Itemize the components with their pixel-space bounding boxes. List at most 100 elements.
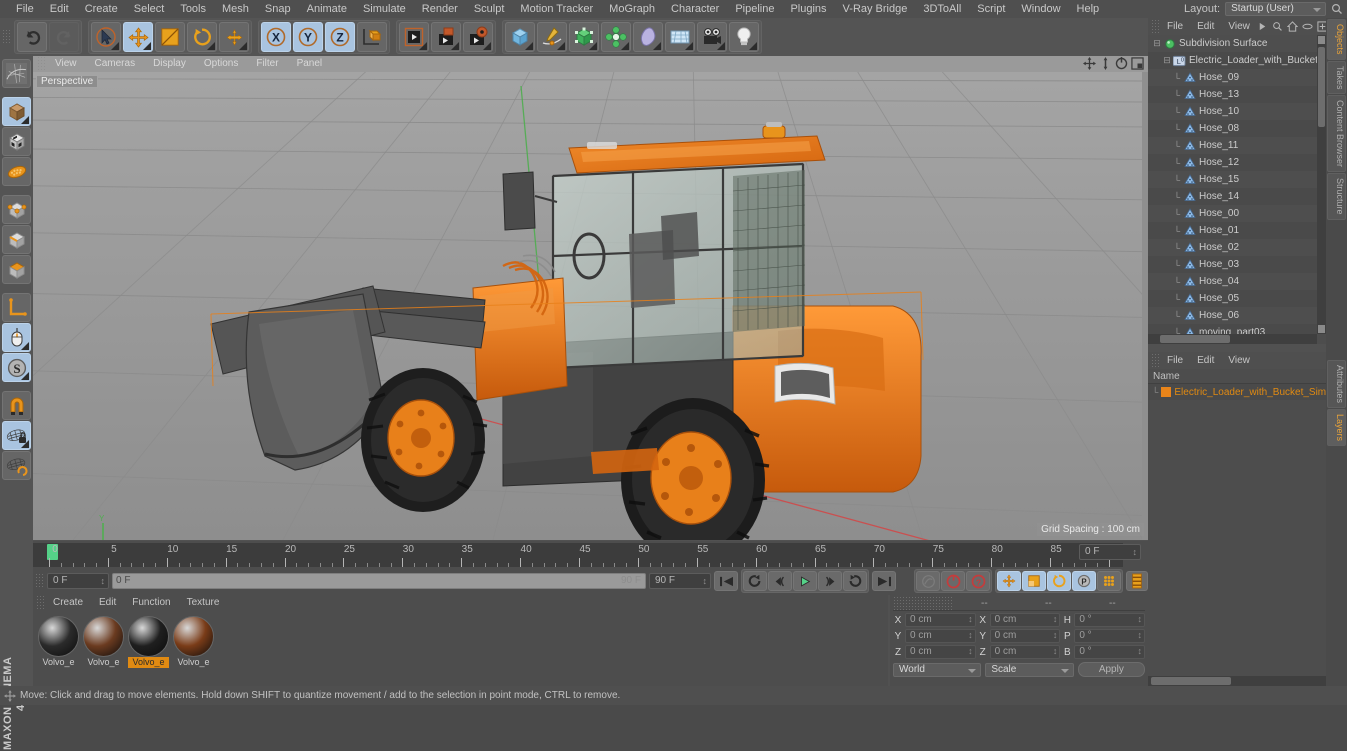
material-item[interactable]: Volvo_e <box>128 616 169 668</box>
material-menu-texture[interactable]: Texture <box>179 595 228 611</box>
record-rotation-button[interactable] <box>1047 571 1071 591</box>
timeline-ruler[interactable]: 051015202530354045505560657075808590 <box>33 543 1123 567</box>
play-button[interactable] <box>793 571 817 591</box>
viewport-solo-icon[interactable] <box>2 323 31 352</box>
menu-item-v-ray-bridge[interactable]: V-Ray Bridge <box>835 0 916 18</box>
vertical-tab-objects[interactable]: Objects <box>1327 19 1346 60</box>
dolly-camera-icon[interactable] <box>1099 57 1112 70</box>
move-tool-button[interactable] <box>123 22 153 52</box>
vertical-tab-layers[interactable]: Layers <box>1327 408 1346 446</box>
object-tree-row[interactable]: └ Hose_11 <box>1148 137 1317 154</box>
object-tree-row[interactable]: └ Hose_00 <box>1148 205 1317 222</box>
apply-button[interactable]: Apply <box>1077 662 1145 677</box>
object-tree-row[interactable]: └ Hose_14 <box>1148 188 1317 205</box>
object-tree[interactable]: ⊟ Subdivision Surface ⊟ L 0 Electric_Loader_w… <box>1148 35 1317 334</box>
object-tree-row[interactable]: └ moving_part03 <box>1148 324 1317 334</box>
object-tree-row[interactable]: └ Hose_06 <box>1148 307 1317 324</box>
viewport-menu-view[interactable]: View <box>46 56 86 72</box>
material-grip[interactable] <box>36 595 45 611</box>
record-scale-button[interactable] <box>1022 571 1046 591</box>
vertical-tab-content-browser[interactable]: Content Browser <box>1327 95 1346 173</box>
menu-item-window[interactable]: Window <box>1013 0 1068 18</box>
autokey-button[interactable] <box>916 571 940 591</box>
attribute-menu-view[interactable]: View <box>1221 352 1257 369</box>
object-tree-row[interactable]: └ Hose_09 <box>1148 69 1317 86</box>
material-menu-edit[interactable]: Edit <box>91 595 124 611</box>
viewport-menu-options[interactable]: Options <box>195 56 247 72</box>
coord-size-y-field[interactable]: 0 cm <box>989 629 1061 643</box>
primitive-cube-button[interactable] <box>505 22 535 52</box>
attribute-row[interactable]: └ Electric_Loader_with_Bucket_Simp <box>1148 384 1332 400</box>
go-to-end-button[interactable] <box>872 571 896 591</box>
filter-icon[interactable] <box>1302 21 1313 32</box>
menu-item-simulate[interactable]: Simulate <box>355 0 414 18</box>
attribute-hscrollbar[interactable] <box>1148 676 1326 686</box>
menu-item-help[interactable]: Help <box>1069 0 1108 18</box>
object-tree-row[interactable]: └ Hose_13 <box>1148 86 1317 103</box>
material-item[interactable]: Volvo_e <box>83 616 124 668</box>
make-editable-icon[interactable] <box>2 97 31 126</box>
magnet-tool-icon[interactable] <box>2 391 31 420</box>
object-tree-row[interactable]: └ Hose_15 <box>1148 171 1317 188</box>
range-field[interactable]: 90 F <box>649 573 711 589</box>
material-thumbnail[interactable] <box>128 616 169 657</box>
spline-pen-button[interactable] <box>537 22 567 52</box>
coord-position-y-field[interactable]: 0 cm <box>905 629 976 643</box>
viewport-menu-display[interactable]: Display <box>144 56 195 72</box>
menu-item-pipeline[interactable]: Pipeline <box>727 0 782 18</box>
environment-floor-button[interactable] <box>665 22 695 52</box>
menu-item-select[interactable]: Select <box>126 0 173 18</box>
object-tree-row[interactable]: └ Hose_08 <box>1148 120 1317 137</box>
menu-item-create[interactable]: Create <box>77 0 126 18</box>
point-mode-icon[interactable] <box>2 195 31 224</box>
timeline-end-field[interactable]: 0 F <box>1079 544 1141 560</box>
object-tree-row[interactable]: └ Hose_02 <box>1148 239 1317 256</box>
axis-x-button[interactable]: X <box>261 22 291 52</box>
uv-polygon-edit-icon[interactable] <box>2 59 31 88</box>
coord-size-x-field[interactable]: 0 cm <box>989 613 1061 627</box>
coord-rotation-h-field[interactable]: 0 ° <box>1074 613 1146 627</box>
live-selection-button[interactable] <box>91 22 121 52</box>
material-thumbnail[interactable] <box>83 616 124 657</box>
playback-grip[interactable] <box>35 573 44 589</box>
keyframe-selection-button[interactable]: ? <box>966 571 990 591</box>
render-view-button[interactable] <box>399 22 429 52</box>
menu-item-edit[interactable]: Edit <box>42 0 77 18</box>
object-tree-row[interactable]: └ Hose_03 <box>1148 256 1317 273</box>
rotate-tool-button[interactable] <box>187 22 217 52</box>
undo-button[interactable] <box>17 22 47 52</box>
coord-rotation-p-field[interactable]: 0 ° <box>1074 629 1146 643</box>
object-tree-vscroll-thumb[interactable] <box>1318 47 1325 127</box>
menu-item-character[interactable]: Character <box>663 0 727 18</box>
viewport-menu-panel[interactable]: Panel <box>288 56 332 72</box>
viewport-grip[interactable] <box>37 56 46 72</box>
axis-y-button[interactable]: Y <box>293 22 323 52</box>
polygon-mode-icon[interactable] <box>2 255 31 284</box>
menu-item-script[interactable]: Script <box>969 0 1013 18</box>
pan-camera-icon[interactable] <box>1083 57 1096 70</box>
world-coordinate-button[interactable] <box>357 22 387 52</box>
edge-mode-icon[interactable] <box>2 225 31 254</box>
object-manager-grip[interactable] <box>1151 18 1160 35</box>
coordinate-system-combo[interactable]: World <box>893 662 982 677</box>
rotate-camera-icon[interactable] <box>1115 57 1128 70</box>
material-item[interactable]: Volvo_e <box>38 616 79 668</box>
object-tree-row[interactable]: └ Hose_01 <box>1148 222 1317 239</box>
render-region-button[interactable] <box>431 22 461 52</box>
workplane-lock-icon[interactable] <box>2 421 31 450</box>
coord-position-x-field[interactable]: 0 cm <box>905 613 976 627</box>
timeline-range-bar[interactable]: 0 F 90 F <box>112 573 646 589</box>
object-tree-vscrollbar[interactable] <box>1317 35 1326 334</box>
render-settings-button[interactable] <box>463 22 493 52</box>
step-forward-button[interactable] <box>818 571 842 591</box>
object-tree-row[interactable]: ⊟ Subdivision Surface <box>1148 35 1317 52</box>
object-menu-file[interactable]: File <box>1160 18 1190 35</box>
attribute-manager-grip[interactable] <box>1151 352 1160 369</box>
attribute-menu-file[interactable]: File <box>1160 352 1190 369</box>
attribute-hscroll-thumb[interactable] <box>1151 677 1231 685</box>
vertical-tab-attributes[interactable]: Attributes <box>1327 359 1346 408</box>
object-tree-hscrollbar[interactable] <box>1148 334 1317 344</box>
object-axis-icon[interactable] <box>2 293 31 322</box>
material-thumbnail[interactable] <box>38 616 79 657</box>
material-menu-create[interactable]: Create <box>45 595 91 611</box>
